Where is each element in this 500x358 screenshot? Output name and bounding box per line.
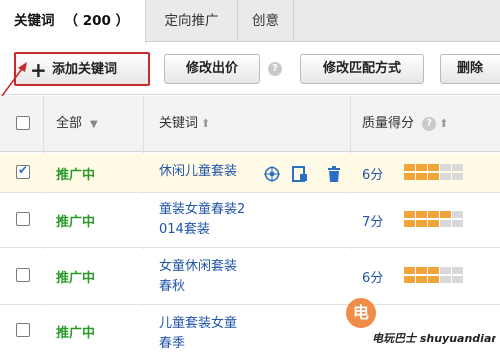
quality-segment — [452, 173, 463, 180]
table-row[interactable]: 推广中 休闲儿童套装 6分 — [0, 153, 500, 193]
modify-bid-button[interactable]: 修改出价 — [164, 54, 260, 84]
table-row[interactable]: 推广中 女童休闲套装 春秋 6分 — [0, 249, 500, 305]
table-row[interactable]: 推广中 儿童套装女童 春季 — [0, 306, 500, 358]
quality-segment — [404, 164, 415, 171]
row-status: 推广中 — [56, 215, 96, 230]
row-keyword-line: 春季 — [159, 336, 186, 351]
quality-segment — [416, 220, 427, 227]
quality-segment — [428, 276, 439, 283]
quality-bar — [404, 164, 464, 182]
sort-arrow-icon: ⬆ — [439, 117, 449, 130]
quality-segment — [440, 276, 451, 283]
tab-targeted-promotion[interactable]: 定向推广 — [146, 0, 238, 42]
quality-segment — [428, 220, 439, 227]
quality-segment — [416, 267, 427, 274]
row-keyword-line: 儿童套装女童 — [159, 316, 238, 331]
row-keyword-line: 童装女童春装2 — [159, 202, 246, 217]
help-icon[interactable]: ? — [268, 62, 282, 76]
add-keyword-label: 添加关键词 — [52, 62, 118, 77]
quality-segment — [428, 164, 439, 171]
quality-segment — [404, 276, 415, 283]
quality-segment — [440, 164, 451, 171]
quality-segment — [452, 267, 463, 274]
row-checkbox[interactable] — [16, 163, 30, 179]
row-keyword[interactable]: 女童休闲套装 春秋 — [159, 257, 237, 297]
status-filter-label: 全部 — [56, 116, 83, 131]
quality-column-header[interactable]: 质量得分 ? ⬆ — [362, 96, 448, 152]
quality-help-icon[interactable]: ? — [422, 117, 437, 131]
target-icon[interactable] — [264, 166, 280, 182]
tab-strip: 关键词 （ 200 ） 定向推广 创意 — [0, 0, 500, 43]
quality-segment — [404, 220, 415, 227]
row-status: 推广中 — [56, 168, 96, 183]
quality-segment — [416, 276, 427, 283]
quality-segment — [440, 173, 451, 180]
quality-segment — [428, 173, 439, 180]
row-keyword-line: 春秋 — [159, 279, 186, 294]
quality-segment — [416, 211, 427, 218]
row-keyword-line: 014套装 — [159, 222, 210, 237]
quality-column-label: 质量得分 — [362, 116, 415, 131]
table-row[interactable]: 推广中 童装女童春装2 014套装 7分 — [0, 194, 500, 248]
row-keyword[interactable]: 童装女童春装2 014套装 — [159, 200, 245, 240]
toolbar: + 添加关键词 修改出价 ? 修改匹配方式 删除 — [0, 43, 500, 95]
select-all-checkbox[interactable] — [16, 116, 30, 130]
quality-segment — [440, 211, 451, 218]
caret-down-icon: ▼ — [90, 119, 98, 130]
keyword-count: （ 200 ） — [64, 13, 130, 29]
quality-segment — [452, 276, 463, 283]
row-checkbox[interactable] — [16, 323, 30, 337]
add-keyword-button[interactable]: + 添加关键词 — [14, 52, 150, 86]
quality-segment — [428, 211, 439, 218]
plus-icon: + — [30, 58, 47, 82]
keyword-column-header[interactable]: 关键词 ⬆ — [159, 96, 210, 152]
row-checkbox[interactable] — [16, 212, 30, 226]
row-keyword[interactable]: 休闲儿童套装 — [159, 162, 237, 182]
row-checkbox[interactable] — [16, 268, 30, 282]
tab-keywords[interactable]: 关键词 （ 200 ） — [0, 0, 146, 43]
tab-creative[interactable]: 创意 — [238, 0, 294, 42]
quality-segment — [452, 164, 463, 171]
report-icon[interactable] — [292, 166, 308, 182]
delete-button[interactable]: 删除 — [440, 54, 500, 84]
quality-segment — [416, 164, 427, 171]
quality-segment — [452, 220, 463, 227]
table-header: 全部 ▼ 关键词 ⬆ 质量得分 ? ⬆ — [0, 96, 500, 152]
quality-segment — [416, 173, 427, 180]
quality-segment — [440, 220, 451, 227]
row-quality-score: 6分 — [362, 271, 384, 286]
quality-segment — [452, 211, 463, 218]
quality-segment — [440, 267, 451, 274]
quality-segment — [404, 211, 415, 218]
row-status: 推广中 — [56, 271, 96, 286]
keyword-column-label: 关键词 — [159, 116, 199, 131]
row-status: 推广中 — [56, 326, 96, 341]
quality-bar — [404, 267, 464, 285]
quality-segment — [428, 267, 439, 274]
tab-keywords-label: 关键词 — [14, 13, 55, 29]
sort-arrow-icon: ⬆ — [201, 117, 211, 130]
row-quality-score: 6分 — [362, 168, 384, 183]
quality-segment — [404, 267, 415, 274]
row-keyword[interactable]: 儿童套装女童 春季 — [159, 314, 237, 354]
row-quality-score: 7分 — [362, 215, 384, 230]
modify-match-type-button[interactable]: 修改匹配方式 — [300, 54, 424, 84]
quality-bar — [404, 211, 464, 229]
row-keyword-line: 女童休闲套装 — [159, 259, 238, 274]
quality-segment — [404, 173, 415, 180]
trash-icon[interactable] — [326, 166, 342, 182]
status-filter[interactable]: 全部 ▼ — [56, 96, 98, 152]
